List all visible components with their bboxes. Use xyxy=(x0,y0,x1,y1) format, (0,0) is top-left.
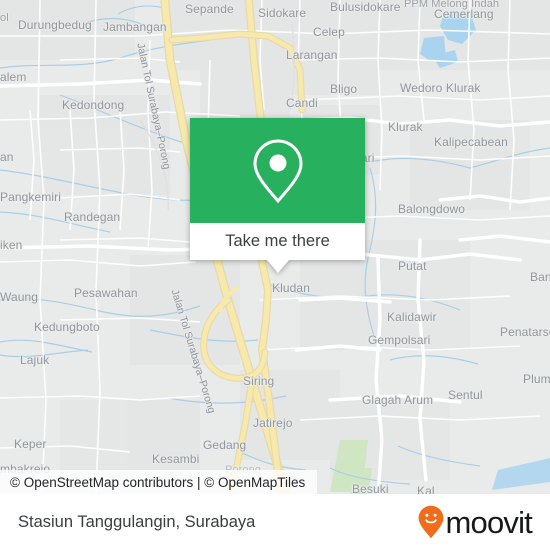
map-attribution: © OpenStreetMap contributors | © OpenMap… xyxy=(0,470,318,494)
take-me-there-button[interactable]: Take me there xyxy=(190,223,365,260)
popup-tail-pointer xyxy=(266,260,289,273)
moovit-wordmark: moovit xyxy=(445,504,532,540)
footer-bar: Stasiun Tanggulangin, Surabaya moovit xyxy=(0,494,550,550)
moovit-logo[interactable]: moovit xyxy=(418,504,533,540)
map-pin-icon xyxy=(252,138,303,203)
attribution-text: © OpenStreetMap contributors | © OpenMap… xyxy=(10,474,306,490)
moovit-pin-smiley-icon xyxy=(419,505,444,539)
popup-header xyxy=(190,118,365,223)
location-popup[interactable]: Take me there xyxy=(190,118,365,273)
moovit-map-screen: ol Durungbedug Jambangan Sepande Sidokare Bul… xyxy=(0,0,550,550)
map-canvas[interactable]: ol Durungbedug Jambangan Sepande Sidokare Bul… xyxy=(0,0,550,494)
take-me-there-label: Take me there xyxy=(225,232,330,250)
location-title: Stasiun Tanggulangin, Surabaya xyxy=(18,512,256,531)
